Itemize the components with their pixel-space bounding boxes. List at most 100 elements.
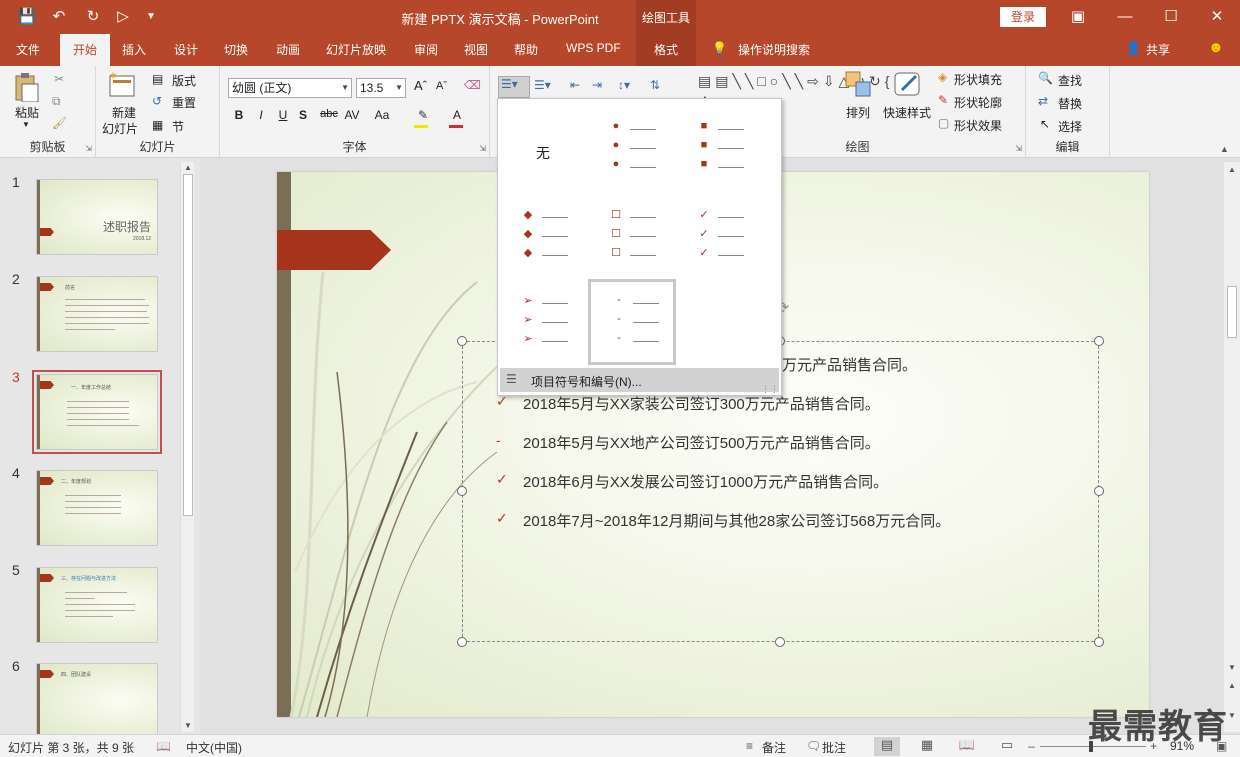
shrink-font-icon[interactable]: Aˇ [436,80,447,92]
tab-design[interactable]: 设计 [174,41,198,58]
shadow-button[interactable]: S [294,108,312,122]
section-button[interactable]: 节 [172,118,184,135]
increase-indent-icon[interactable]: ⇥ [592,78,602,92]
login-button[interactable]: 登录 [1000,7,1046,27]
tab-animations[interactable]: 动画 [276,41,300,58]
tab-slideshow[interactable]: 幻灯片放映 [326,41,386,58]
new-slide-icon[interactable]: ✶ [108,70,138,100]
maximize-icon[interactable]: ☐ [1160,7,1182,27]
shape-effects-button[interactable]: 形状效果 [954,117,1002,134]
resize-handle[interactable] [1094,336,1104,346]
clipboard-launcher-icon[interactable]: ⇲ [85,144,92,153]
scroll-down-icon[interactable]: ▼ [181,720,195,732]
paste-button[interactable]: 粘贴 [15,104,39,121]
slide-scrollbar[interactable]: ▲ ▼ ▲ ▼ [1224,162,1240,732]
tab-format[interactable]: 格式 [636,34,696,66]
font-name-combo[interactable]: 幼圆 (正文) ▼ [228,78,352,98]
tab-home[interactable]: 开始 [60,34,110,66]
tab-help[interactable]: 帮助 [514,41,538,58]
bullet-option-hollow-square[interactable]: ☐ ☐ ☐ [588,193,672,277]
decrease-indent-icon[interactable]: ⇤ [570,78,580,92]
new-slide-label-1[interactable]: 新建 [112,104,136,121]
arrange-button[interactable]: 排列 [846,104,870,121]
find-button[interactable]: 查找 [1058,72,1082,89]
slide-thumbnail-1[interactable]: 述职报告 2018.12 [36,179,158,255]
slide-thumbnail-4[interactable]: 二、年度规划 [36,470,158,546]
bullet-option-arrow[interactable]: ➢ ➢ ➢ [500,281,584,365]
slide-thumbnail-6[interactable]: 四、团队建设 [36,663,158,734]
shape-outline-button[interactable]: 形状轮廓 [954,94,1002,111]
new-slide-label-2[interactable]: 幻灯片 [102,120,138,137]
tab-wps-pdf[interactable]: WPS PDF [566,41,621,55]
resize-handle[interactable] [457,336,467,346]
reset-button[interactable]: 重置 [172,94,196,111]
underline-button[interactable]: U [274,108,292,122]
italic-button[interactable]: I [252,108,270,122]
slideshow-view-icon[interactable]: ▭ [994,737,1020,756]
paste-icon[interactable] [12,72,42,102]
bullet-option-checkmark[interactable]: ✓ ✓ ✓ [676,193,760,277]
thumbnails-scrollbar[interactable]: ▲ ▼ [180,162,194,732]
scrollbar-thumb[interactable] [183,174,193,516]
normal-view-icon[interactable]: ▤ [874,737,900,756]
reading-view-icon[interactable]: 📖 [954,737,980,756]
format-painter-icon[interactable]: 🖌 [52,116,67,130]
quick-styles-button[interactable]: 快速样式 [883,104,931,121]
notes-button[interactable]: 备注 [762,739,786,756]
resize-handle[interactable] [1094,486,1104,496]
font-size-combo[interactable]: 13.5 ▼ [356,78,406,98]
grow-font-icon[interactable]: Aˆ [414,78,427,93]
layout-button[interactable]: 版式 [172,72,196,89]
close-icon[interactable]: ✕ [1206,7,1228,27]
resize-handle[interactable] [457,486,467,496]
resize-handle[interactable] [1094,637,1104,647]
collapse-ribbon-icon[interactable]: ▲ [1220,144,1229,154]
comments-button[interactable]: 批注 [822,739,846,756]
slide-thumbnail-2[interactable]: 前言 [36,276,158,352]
highlight-icon[interactable]: ✎ [414,108,432,122]
arrange-icon[interactable] [844,70,874,100]
resize-handle[interactable] [775,637,785,647]
bullet-option-none[interactable]: 无 [500,105,584,189]
tab-view[interactable]: 视图 [464,41,488,58]
bullet-option-filled-square[interactable]: ■ ■ ■ [676,105,760,189]
scrollbar-thumb[interactable] [1227,286,1237,338]
language-label[interactable]: 中文(中国) [186,739,242,756]
resize-handle[interactable] [457,637,467,647]
change-case-button[interactable]: Aa [372,108,392,122]
cut-icon[interactable]: ✂ [54,72,64,86]
smiley-icon[interactable]: ☻ [1208,39,1224,56]
bullet-option-diamond[interactable]: ◆ ◆ ◆ [500,193,584,277]
prev-slide-icon[interactable]: ▲ [1225,680,1239,692]
tab-insert[interactable]: 插入 [122,41,146,58]
replace-button[interactable]: 替换 [1058,95,1082,112]
bullet-option-filled-circle[interactable]: ● ● ● [588,105,672,189]
tab-file[interactable]: 文件 [16,41,40,58]
minimize-icon[interactable]: — [1114,7,1136,27]
numbering-icon[interactable]: ☰▾ [534,78,551,92]
ribbon-display-icon[interactable]: ▣ [1067,7,1089,27]
scroll-down-icon[interactable]: ▼ [1225,662,1239,674]
font-color-icon[interactable]: A [448,108,466,122]
font-launcher-icon[interactable]: ⇲ [479,144,486,153]
slide-thumbnail-5[interactable]: 三、存在问题与改进方法 [36,567,158,643]
line-spacing-icon[interactable]: ↕▾ [618,78,630,92]
paste-dropdown-icon[interactable]: ▼ [22,120,30,129]
resize-grip-icon[interactable]: ⋮⋮ [761,384,779,395]
slide-sorter-icon[interactable]: ▦ [914,737,940,756]
bullets-and-numbering-menu-item[interactable]: ☰ 项目符号和编号(N)... [500,368,779,392]
scroll-up-icon[interactable]: ▲ [1225,164,1239,176]
share-button[interactable]: 共享 [1146,41,1170,58]
tab-review[interactable]: 审阅 [414,41,438,58]
spellcheck-icon[interactable]: 📖 [156,739,171,753]
scroll-up-icon[interactable]: ▲ [181,162,195,174]
bullet-option-dash-selected[interactable]: - - - [588,279,676,365]
strikethrough-button[interactable]: abc [318,108,340,120]
zoom-out-icon[interactable]: – [1028,739,1035,753]
shape-fill-button[interactable]: 形状填充 [954,71,1002,88]
tell-me-search[interactable]: 操作说明搜索 [738,41,810,58]
quick-styles-icon[interactable] [892,70,922,100]
clear-format-icon[interactable]: ⌫ [464,78,481,92]
copy-icon[interactable]: ⧉ [52,94,61,109]
tab-transitions[interactable]: 切换 [224,41,248,58]
